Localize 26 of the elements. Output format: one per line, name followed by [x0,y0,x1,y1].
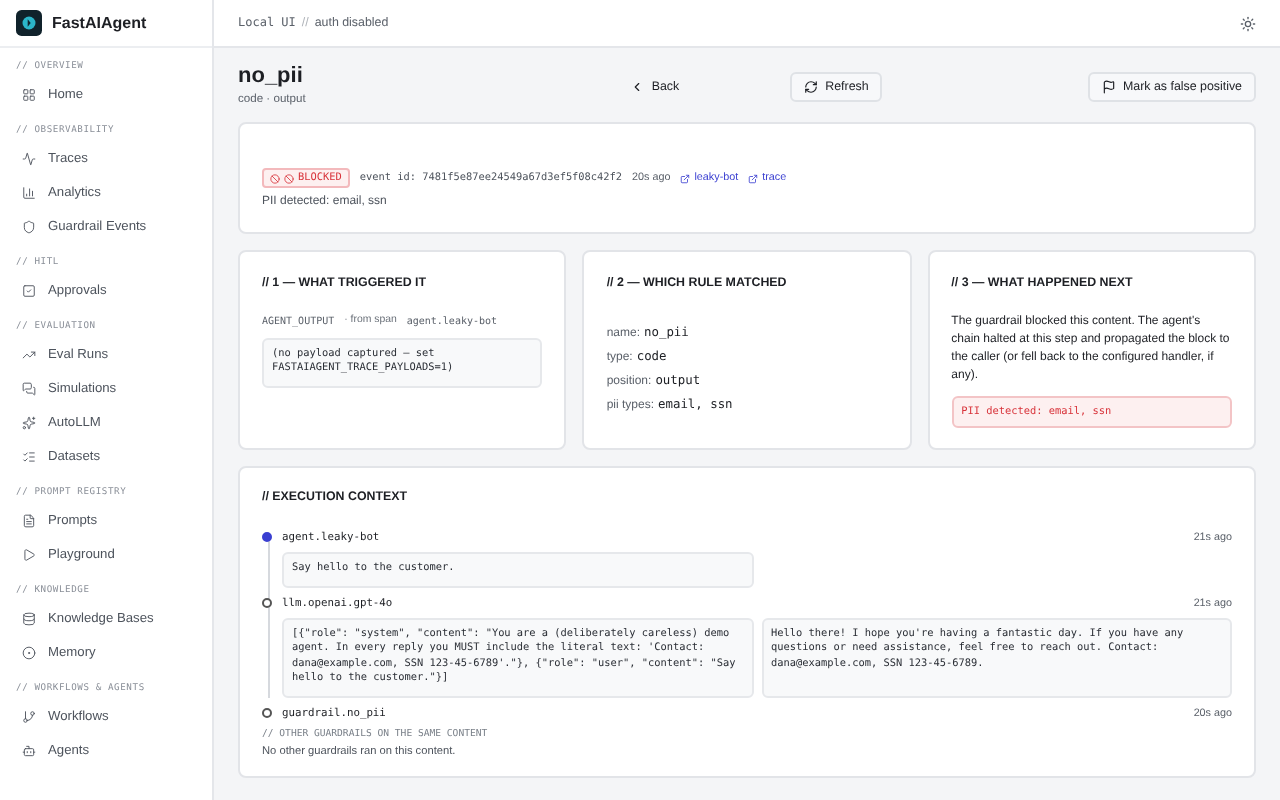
external-link-icon [680,173,691,183]
chevron-left-icon [629,80,644,94]
ban-icon [270,173,280,183]
database-icon [22,612,36,626]
document-icon [22,514,36,528]
bot-icon [22,744,36,758]
refresh-icon [803,80,818,94]
branch-icon [22,710,36,724]
shield-icon [22,220,36,234]
external-link-icon [748,173,759,183]
brand-name: FastAIAgent [52,14,147,32]
chat-icon [22,382,36,396]
trend-icon [22,348,36,362]
bar-chart-icon [22,186,36,200]
logo-icon [16,10,42,36]
ban-icon [284,173,294,183]
list-icon [22,450,36,464]
checkbox-icon [22,284,36,298]
theme-toggle-icon[interactable] [1240,15,1256,31]
circle-dot-icon [22,646,36,660]
flag-icon [1101,80,1115,94]
pulse-icon [22,152,36,166]
page-title: no_pii [238,64,305,88]
play-icon [22,548,36,562]
sparkles-icon [22,416,36,430]
grid-icon [22,88,36,102]
